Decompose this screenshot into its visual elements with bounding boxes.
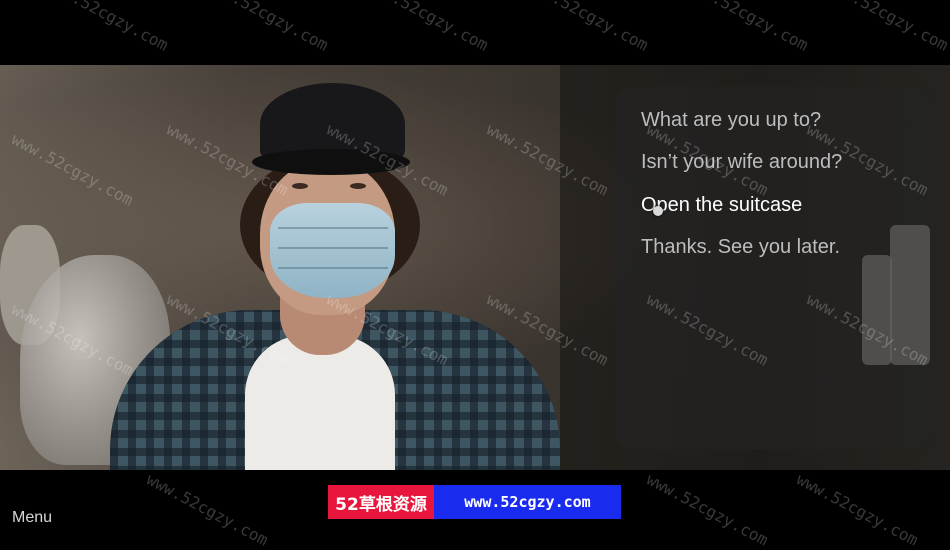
promo-banner-right: www.52cgzy.com <box>434 485 621 519</box>
left-eye <box>292 183 308 189</box>
dialogue-choice-panel: What are you up to? Isn’t your wife arou… <box>616 87 933 449</box>
mask-fold <box>278 247 388 249</box>
dialogue-option-3[interactable]: Open the suitcase <box>641 194 802 217</box>
mask-fold <box>278 267 388 269</box>
promo-banner-left: 52草根资源 <box>328 485 434 519</box>
white-tshirt <box>245 335 395 470</box>
face-mask <box>270 203 395 298</box>
menu-button[interactable]: Menu <box>12 509 52 527</box>
dialogue-option-4[interactable]: Thanks. See you later. <box>641 236 840 259</box>
dialogue-option-1[interactable]: What are you up to? <box>641 109 821 132</box>
right-eye <box>350 183 366 189</box>
mask-fold <box>278 227 388 229</box>
character-man <box>110 83 560 470</box>
dialogue-option-2[interactable]: Isn’t your wife around? <box>641 151 842 174</box>
letterbox-top <box>0 0 950 65</box>
cap-brim <box>252 149 410 175</box>
mouse-cursor-icon <box>653 206 663 216</box>
